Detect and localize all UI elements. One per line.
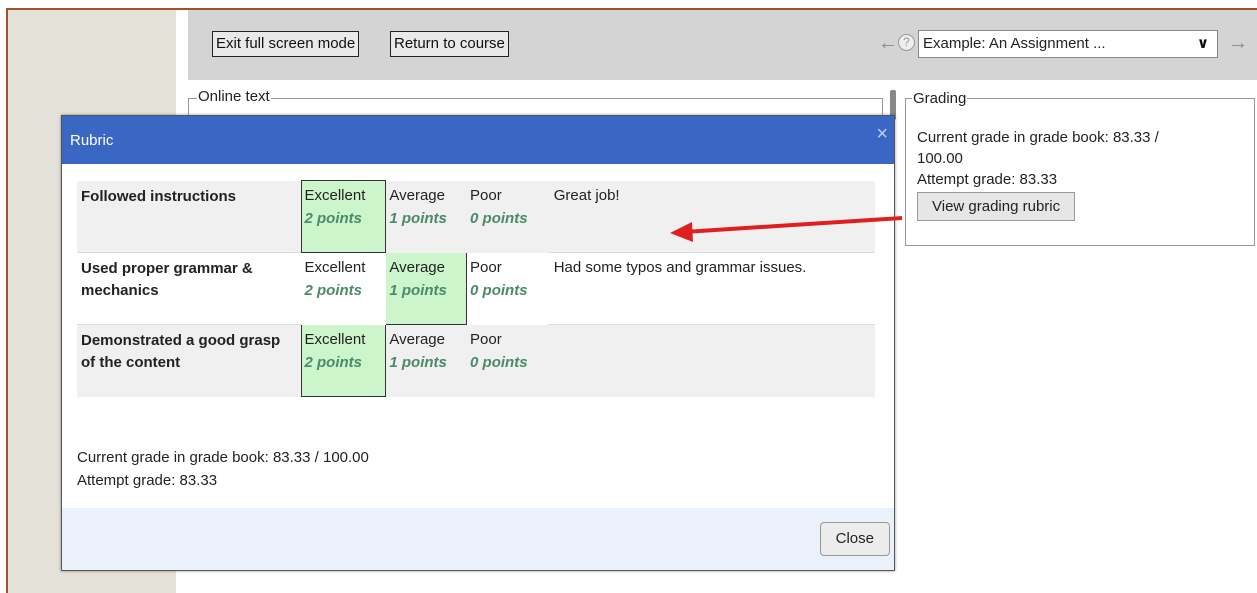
rubric-row: Demonstrated a good grasp of the content… [77,324,875,397]
rubric-level-cell[interactable]: Average 1 points [385,180,467,253]
modal-attempt-grade: Attempt grade: 83.33 [77,472,218,489]
rubric-level-points: 2 points [304,210,363,227]
close-icon[interactable]: × [876,116,888,152]
exit-fullscreen-button[interactable]: Exit full screen mode [212,31,360,57]
rubric-modal: Rubric × Followed instructions Excellent 2… [61,115,895,571]
rubric-level-points: 2 points [304,282,363,299]
rubric-level-label: Poor [470,331,502,348]
assignment-select-value: Example: An Assignment ... [923,35,1106,52]
grading-attempt-grade: Attempt grade: 83.33 [917,171,1058,188]
grading-fieldset: Grading Current grade in grade book: 83.… [905,88,1255,246]
view-grading-rubric-button[interactable]: View grading rubric [917,192,1076,221]
rubric-criterion-name: Used proper grammar & mechanics [77,252,301,325]
grading-current-grade-total: 100.00 [917,150,963,167]
rubric-criterion-name: Followed instructions [77,180,301,253]
rubric-row: Used proper grammar & mechanics Excellent… [77,252,875,325]
rubric-level-points: 0 points [470,282,528,299]
rubric-level-points: 0 points [470,354,528,371]
close-button[interactable]: Close [819,522,890,556]
modal-footer: Close [62,508,894,570]
modal-header: Rubric × [62,116,894,164]
assignment-select[interactable]: Example: An Assignment ... ∨ [918,30,1218,58]
rubric-feedback [546,324,875,397]
rubric-level-cell[interactable]: Average 1 points [385,324,467,397]
rubric-level-label: Excellent [304,331,366,348]
rubric-feedback: Great job! [546,180,875,253]
modal-current-grade: Current grade in grade book: 83.33 / 100… [77,449,369,466]
rubric-level-points: 1 points [389,282,447,299]
return-to-course-button[interactable]: Return to course [390,31,509,57]
rubric-level-cell[interactable]: Average 1 points [385,252,468,325]
rubric-level-cell[interactable]: Excellent 2 points [300,180,387,253]
rubric-level-label: Excellent [304,187,366,204]
rubric-feedback: Had some typos and grammar issues. [546,252,875,325]
grading-toolbar: Exit full screen mode Return to course ←… [188,10,1257,80]
rubric-criterion-name: Demonstrated a good grasp of the content [77,324,301,397]
rubric-level-cell[interactable]: Poor 0 points [466,252,548,325]
rubric-level-label: Poor [470,259,502,276]
back-arrow-icon[interactable]: ← [878,30,898,56]
chevron-down-icon: ∨ [1196,35,1209,52]
rubric-level-points: 2 points [304,354,363,371]
modal-title: Rubric [70,132,114,149]
rubric-level-points: 1 points [389,354,447,371]
rubric-level-label: Excellent [304,259,366,276]
rubric-level-label: Average [389,331,445,348]
grading-current-grade: Current grade in grade book: 83.33 / [917,129,1159,146]
help-icon[interactable]: ? [898,34,915,51]
online-text-legend: Online text [197,88,271,105]
rubric-level-points: 1 points [389,210,447,227]
rubric-row: Followed instructions Excellent 2 points Av… [77,180,875,253]
rubric-level-label: Average [389,187,445,204]
rubric-level-cell[interactable]: Excellent 2 points [300,324,387,397]
rubric-level-label: Poor [470,187,502,204]
forward-arrow-icon[interactable]: → [1228,30,1248,56]
rubric-level-cell[interactable]: Excellent 2 points [301,252,386,325]
rubric-table: Followed instructions Excellent 2 points Av… [77,180,875,397]
rubric-level-cell[interactable]: Poor 0 points [466,180,548,253]
rubric-level-label: Average [389,259,445,276]
rubric-level-cell[interactable]: Poor 0 points [466,324,548,397]
modal-summary: Current grade in grade book: 83.33 / 100… [77,446,369,492]
grading-legend: Grading [912,88,968,109]
rubric-level-points: 0 points [470,210,528,227]
